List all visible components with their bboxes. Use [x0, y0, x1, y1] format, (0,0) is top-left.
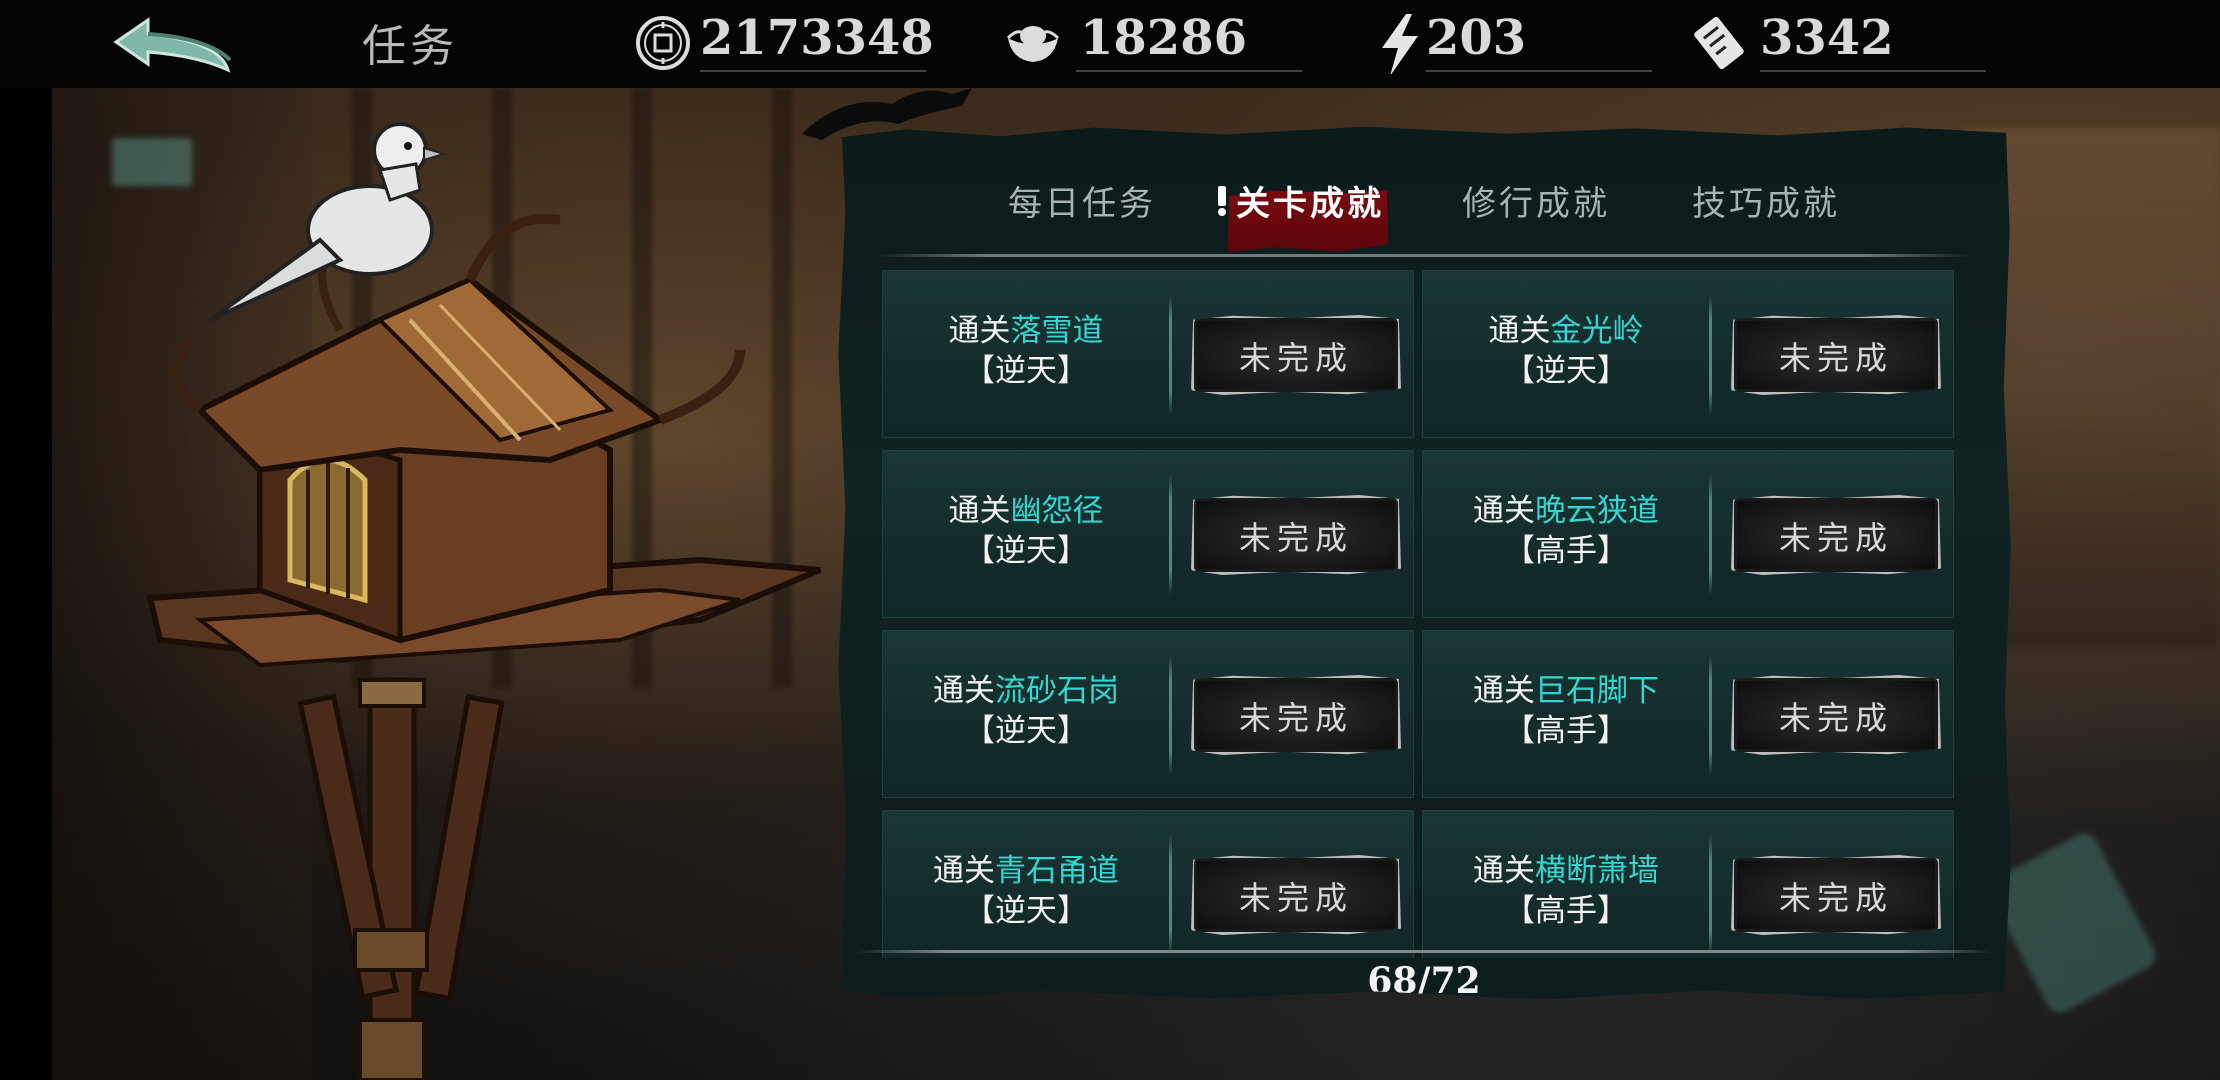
- difficulty-label: 【逆天】: [964, 353, 1088, 389]
- stage-name: 横断萧墙: [1535, 853, 1659, 889]
- task-name: 通关落雪道 【逆天】: [883, 311, 1169, 391]
- status-button[interactable]: 未完成: [1731, 495, 1941, 575]
- stage-name: 晚云狭道: [1535, 493, 1659, 529]
- tab-daily-tasks[interactable]: 每日任务: [1008, 176, 1156, 225]
- status-button[interactable]: 未完成: [1191, 315, 1401, 395]
- back-arrow-icon: [113, 17, 232, 73]
- stage-name: 巨石脚下: [1535, 673, 1659, 709]
- card-separator: [1169, 295, 1172, 415]
- coin-underline: [700, 70, 926, 72]
- stage-name: 落雪道: [1010, 313, 1104, 349]
- tab-stage-achievements[interactable]: 关卡成就: [1236, 176, 1384, 225]
- task-card: 通关落雪道 【逆天】 未完成: [882, 270, 1414, 438]
- stage-name: 流砂石岗: [995, 673, 1119, 709]
- silver-ingot-icon: [1006, 26, 1060, 62]
- tab-divider: [876, 254, 1972, 257]
- difficulty-label: 【高手】: [1504, 893, 1628, 929]
- difficulty-label: 【高手】: [1504, 713, 1628, 749]
- status-button[interactable]: 未完成: [1731, 675, 1941, 755]
- task-card: 通关幽怨径 【逆天】 未完成: [882, 450, 1414, 618]
- status-button[interactable]: 未完成: [1191, 675, 1401, 755]
- task-name: 通关青石甬道 【逆天】: [883, 851, 1169, 931]
- task-card: 通关横断萧墙 【高手】 未完成: [1422, 810, 1954, 958]
- tab-skill-achievements[interactable]: 技巧成就: [1692, 176, 1840, 225]
- stage-name: 幽怨径: [1010, 493, 1104, 529]
- status-button[interactable]: 未完成: [1191, 495, 1401, 575]
- silver-count: 18286: [1080, 10, 1247, 66]
- task-card: 通关流砂石岗 【逆天】 未完成: [882, 630, 1414, 798]
- energy-underline: [1426, 70, 1652, 72]
- task-card: 通关巨石脚下 【高手】 未完成: [1422, 630, 1954, 798]
- status-button[interactable]: 未完成: [1731, 855, 1941, 935]
- task-name: 通关流砂石岗 【逆天】: [883, 671, 1169, 751]
- top-bar: 任务 2173348 18286 203 3342: [0, 0, 2220, 88]
- coin-icon: [636, 16, 690, 70]
- task-name: 通关晚云狭道 【高手】: [1423, 491, 1709, 571]
- silver-underline: [1076, 70, 1302, 72]
- energy-count: 203: [1426, 10, 1527, 66]
- difficulty-label: 【高手】: [1504, 533, 1628, 569]
- stage-name: 金光岭: [1550, 313, 1644, 349]
- coin-count: 2173348: [700, 10, 934, 66]
- status-button[interactable]: 未完成: [1191, 855, 1401, 935]
- task-card: 通关金光岭 【逆天】 未完成: [1422, 270, 1954, 438]
- task-name: 通关幽怨径 【逆天】: [883, 491, 1169, 571]
- stage-name: 青石甬道: [995, 853, 1119, 889]
- difficulty-label: 【逆天】: [964, 533, 1088, 569]
- task-card: 通关青石甬道 【逆天】 未完成: [882, 810, 1414, 958]
- achievement-panel: 每日任务 关卡成就 修行成就 技巧成就 通关落雪道 【逆天】 未完成 通关金光岭【…: [838, 126, 2011, 1000]
- back-button[interactable]: [108, 12, 238, 78]
- card-separator: [1169, 655, 1172, 775]
- tab-bar: 每日任务 关卡成就 修行成就 技巧成就: [838, 154, 2010, 253]
- task-card: 通关晚云狭道 【高手】 未完成: [1422, 450, 1954, 618]
- page-title: 任务: [362, 21, 458, 72]
- ticket-count: 3342: [1760, 10, 1894, 66]
- ticket-icon: [1694, 16, 1744, 70]
- alert-icon: [1218, 186, 1226, 216]
- card-separator: [1709, 835, 1712, 955]
- pigeon-birdhouse-illustration: [146, 122, 822, 1080]
- ticket-underline: [1760, 70, 1986, 72]
- status-button[interactable]: 未完成: [1731, 315, 1941, 395]
- tab-training-achievements[interactable]: 修行成就: [1462, 176, 1610, 225]
- card-separator: [1709, 475, 1712, 595]
- task-name: 通关金光岭 【逆天】: [1423, 311, 1709, 391]
- task-grid: 通关落雪道 【逆天】 未完成 通关金光岭 【逆天】 未完成 通关幽怨径 【逆天】 未完…: [882, 270, 1966, 958]
- card-separator: [1169, 835, 1172, 955]
- bottom-divider: [856, 950, 1992, 953]
- difficulty-label: 【逆天】: [1504, 353, 1628, 389]
- card-separator: [1709, 655, 1712, 775]
- difficulty-label: 【逆天】: [964, 713, 1088, 749]
- task-name: 通关巨石脚下 【高手】: [1423, 671, 1709, 751]
- difficulty-label: 【逆天】: [964, 893, 1088, 929]
- lightning-icon: [1382, 14, 1418, 74]
- task-name: 通关横断萧墙 【高手】: [1423, 851, 1709, 931]
- card-separator: [1709, 295, 1712, 415]
- card-separator: [1169, 475, 1172, 595]
